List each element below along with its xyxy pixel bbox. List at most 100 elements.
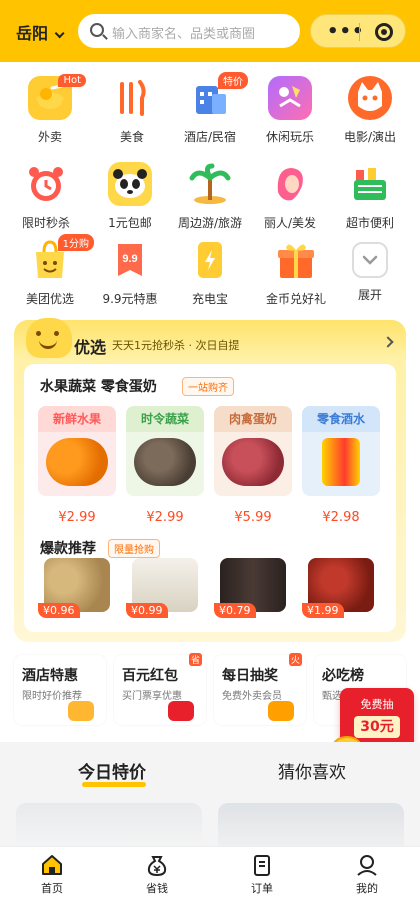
chevron-down-icon: [54, 28, 65, 39]
hot-item[interactable]: ¥0.99: [126, 556, 204, 618]
promo-hotel[interactable]: 酒店特惠 限时好价推荐: [14, 655, 106, 725]
tab-guess-you-like[interactable]: 猜你喜欢: [278, 758, 346, 783]
coupon-label: 免费抽: [360, 698, 394, 711]
hotel-icon: 特价: [188, 72, 248, 120]
category-meat[interactable]: 肉禽蛋奶: [214, 406, 292, 496]
nav-mine[interactable]: 我的: [337, 853, 397, 896]
category-name: 零食酒水: [302, 406, 380, 432]
grid-item-food[interactable]: 美食: [90, 76, 174, 145]
chips-can-image: [322, 438, 360, 486]
grid-label: 限时秒杀: [21, 216, 70, 230]
hot-item-price: ¥1.99: [302, 603, 344, 618]
promo-subtitle: 限时好价推荐: [22, 691, 82, 702]
hot-item-price: ¥0.96: [38, 603, 80, 618]
grid-item-power-bank[interactable]: 充电宝: [168, 238, 252, 307]
capsule-divider: [359, 23, 360, 41]
category-name: 肉禽蛋奶: [214, 406, 292, 432]
close-miniapp-icon[interactable]: [375, 23, 393, 41]
hot-item[interactable]: ¥1.99: [302, 556, 380, 618]
fork-knife-icon: [110, 76, 154, 120]
grid-label: 美团优选: [25, 292, 74, 306]
grid-item-beauty[interactable]: 丽人/美发: [248, 162, 332, 231]
chevron-right-icon[interactable]: [382, 336, 394, 348]
grid-label: 9.9元特惠: [102, 292, 158, 306]
promo-title: 必吃榜: [322, 668, 364, 684]
fire-badge: 火: [288, 653, 302, 666]
red-envelope-icon: [168, 701, 194, 721]
youxuan-card[interactable]: 优选 天天1元抢秒杀 · 次日自提 水果蔬菜 零食蛋奶 一站购齐 新鲜水果 时令…: [14, 318, 406, 642]
grid-item-takeout[interactable]: Hot 外卖: [8, 74, 92, 145]
youxuan-inner-panel: 水果蔬菜 零食蛋奶 一站购齐 新鲜水果 时令蔬菜 肉禽蛋奶 零食酒水 ¥2.99…: [24, 364, 396, 632]
grid-label: 金币兑好礼: [265, 292, 326, 306]
promo-title: 酒店特惠: [22, 668, 78, 684]
money-bag-icon: [145, 853, 169, 877]
search-input[interactable]: 输入商家名、品类或商圈: [78, 14, 300, 48]
grid-label: 休闲玩乐: [265, 130, 314, 144]
hot-item-price: ¥0.99: [126, 603, 168, 618]
grid-label: 周边游/旅游: [177, 216, 243, 230]
promo-subtitle: 买门票享优惠: [122, 691, 182, 702]
grid-item-movie[interactable]: 电影/演出: [328, 76, 412, 145]
grid-item-travel[interactable]: 周边游/旅游: [168, 162, 252, 231]
cat-face-icon: [348, 76, 392, 120]
save-badge: 省: [188, 653, 202, 666]
promo-red-packet[interactable]: 百元红包 买门票享优惠 省: [114, 653, 206, 725]
grid-item-youxuan[interactable]: 1分购 美团优选: [8, 234, 94, 307]
category-name: 新鲜水果: [38, 406, 116, 432]
top-header: 岳阳 输入商家名、品类或商圈 •••: [0, 0, 420, 62]
grid-label: 电影/演出: [343, 130, 397, 144]
nav-save-money[interactable]: 省钱: [127, 853, 187, 896]
youxuan-brand: 优选: [74, 338, 107, 357]
grid-item-gold-gift[interactable]: 金币兑好礼: [254, 238, 338, 307]
promo-lottery[interactable]: 每日抽奖 免费外卖会员 火: [214, 653, 306, 725]
hot-item[interactable]: ¥0.96: [38, 556, 116, 618]
hot-item-price: ¥0.79: [214, 603, 256, 618]
hot-item[interactable]: ¥0.79: [214, 556, 292, 618]
search-placeholder: 输入商家名、品类或商圈: [112, 27, 256, 42]
nav-label: 首页: [41, 882, 63, 895]
smiley-face-icon: [26, 318, 72, 358]
nav-orders[interactable]: 订单: [232, 853, 292, 896]
nav-label: 订单: [251, 882, 273, 895]
grid-item-leisure[interactable]: 休闲玩乐: [248, 76, 332, 145]
grid-label: 酒店/民宿: [183, 130, 237, 144]
one-stop-pill[interactable]: 一站购齐: [182, 377, 234, 396]
lotus-root-image: [134, 438, 196, 486]
grid-label: 超市便利: [345, 216, 394, 230]
grid-item-flash-sale[interactable]: 限时秒杀: [4, 162, 88, 231]
palm-tree-icon: [188, 162, 232, 206]
panda-icon: [108, 162, 152, 206]
youxuan-slogan: 天天1元抢秒杀 · 次日自提: [112, 339, 240, 352]
category-price: ¥5.99: [234, 510, 272, 525]
expand-icon: [352, 242, 388, 278]
grid-item-one-yuan[interactable]: 1元包邮: [88, 162, 172, 231]
grid-label: 充电宝: [191, 292, 228, 306]
category-fruit[interactable]: 新鲜水果: [38, 406, 116, 496]
alarm-clock-icon: [24, 162, 68, 206]
hot-tag: Hot: [58, 74, 86, 87]
gift-box-icon: [274, 238, 318, 282]
category-vegetable[interactable]: 时令蔬菜: [126, 406, 204, 496]
section-title-fruit: 水果蔬菜 零食蛋奶: [40, 379, 157, 395]
nav-label: 我的: [356, 882, 378, 895]
orange-image: [46, 438, 108, 486]
promo-image: [268, 701, 294, 721]
grid-item-expand[interactable]: 展开: [328, 238, 412, 303]
grid-item-9-9[interactable]: 9.9 9.9元特惠: [88, 238, 172, 307]
grid-label: 外卖: [37, 130, 62, 144]
grid-item-supermarket[interactable]: 超市便利: [328, 162, 412, 231]
grid-item-hotel[interactable]: 特价 酒店/民宿: [168, 72, 252, 145]
nav-home[interactable]: 首页: [22, 853, 82, 896]
nav-label: 省钱: [146, 882, 168, 895]
city-label: 岳阳: [16, 24, 49, 43]
meat-image: [222, 438, 284, 486]
feed-tabs: 今日特价 猜你喜欢: [0, 742, 420, 802]
tab-today-deals[interactable]: 今日特价: [78, 758, 146, 783]
grid-label: 展开: [357, 288, 382, 302]
category-snack[interactable]: 零食酒水: [302, 406, 380, 496]
city-selector[interactable]: 岳阳: [16, 20, 65, 44]
woman-hair-icon: [268, 162, 312, 206]
svg-text:9.9: 9.9: [122, 253, 137, 265]
promo-image: [68, 701, 94, 721]
basket-icon: [348, 162, 392, 206]
